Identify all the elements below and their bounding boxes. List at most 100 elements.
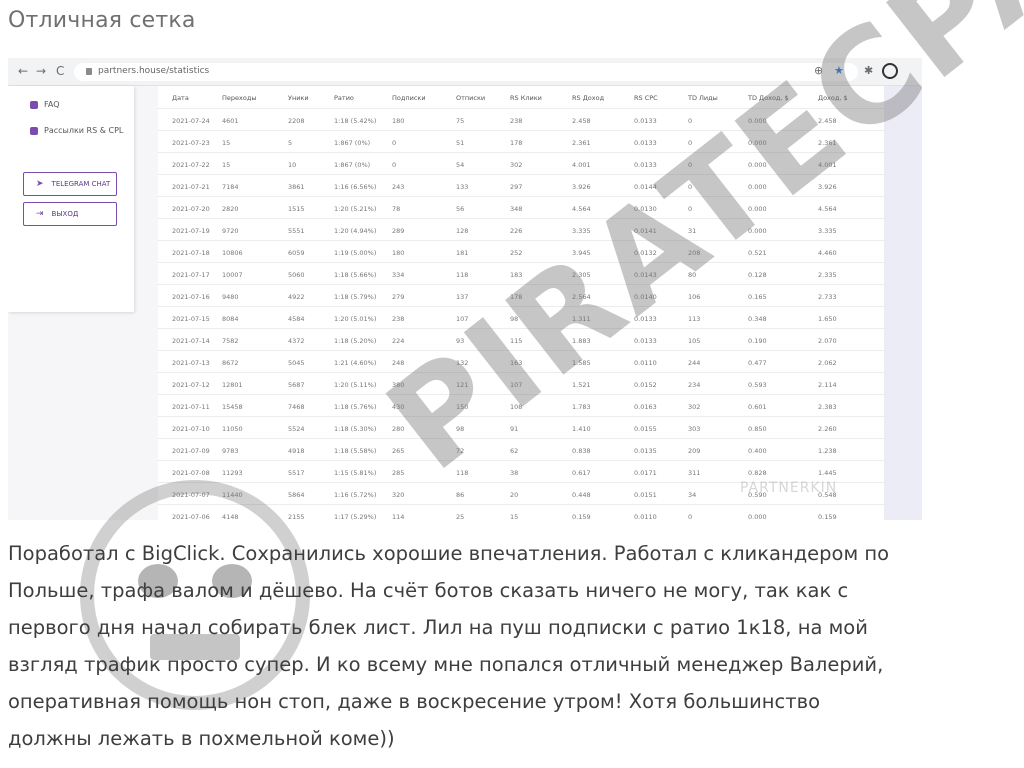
table-header: Дата Переходы Уники Ратио Подписки Отписки RS … <box>158 86 884 108</box>
table-cell: 1:20 (5.11%) <box>334 381 377 389</box>
table-row: 2021-07-23 15 5 1:867 (0%) 0 51 178 2.361 0.0133… <box>158 130 884 152</box>
table-cell: 4.564 <box>818 205 837 213</box>
review-line: должны лежать в похмельной коме)) <box>8 727 395 750</box>
table-cell: 128 <box>456 227 469 235</box>
table-cell: 0 <box>688 139 693 147</box>
table-cell: 224 <box>392 337 405 345</box>
table-cell: 0.0110 <box>634 513 657 520</box>
statistics-screenshot: ← → C partners.house/statistics ⊕ ★ ✱ FA… <box>8 58 922 520</box>
table-cell: 0.521 <box>748 249 767 257</box>
table-cell: 4.460 <box>818 249 837 257</box>
table-cell: 0.838 <box>572 447 591 455</box>
table-cell: 2021-07-24 <box>172 117 210 125</box>
table-cell: 7184 <box>222 183 239 191</box>
table-cell: 7582 <box>222 337 239 345</box>
column-header[interactable]: Подписки <box>392 94 426 102</box>
table-cell: 238 <box>510 117 523 125</box>
table-cell: 2.305 <box>572 271 591 279</box>
review-line: первого дня начал собирать блек лист. Ли… <box>8 616 868 639</box>
forward-icon[interactable]: → <box>36 64 46 78</box>
table-row: 2021-07-06 4148 2155 1:17 (5.29%) 114 25 15 0.1… <box>158 504 884 520</box>
profile-avatar[interactable] <box>882 63 898 79</box>
table-cell: 0.477 <box>748 359 767 367</box>
table-cell: 0.000 <box>748 117 767 125</box>
table-cell: 108 <box>510 403 523 411</box>
table-cell: 2021-07-10 <box>172 425 210 433</box>
chat-icon <box>30 100 38 109</box>
column-header[interactable]: Переходы <box>222 94 256 102</box>
review-line: Польше, трафа валом и дёшево. На счёт бо… <box>8 579 849 602</box>
table-cell: 209 <box>688 447 701 455</box>
table-cell: 5045 <box>288 359 305 367</box>
column-header[interactable]: RS Доход <box>572 94 604 102</box>
extensions-icon[interactable]: ✱ <box>864 64 873 77</box>
lock-icon <box>86 68 92 75</box>
table-cell: 0.0151 <box>634 491 657 499</box>
column-header[interactable]: Дата <box>172 94 189 102</box>
table-cell: 0.190 <box>748 337 767 345</box>
table-cell: 0.348 <box>748 315 767 323</box>
table-cell: 2021-07-08 <box>172 469 210 477</box>
table-cell: 15458 <box>222 403 243 411</box>
column-header[interactable]: TD Доход, $ <box>748 94 789 102</box>
table-cell: 234 <box>688 381 701 389</box>
bookmark-star-icon[interactable]: ★ <box>834 64 844 77</box>
table-cell: 0.0133 <box>634 161 657 169</box>
table-cell: 0 <box>392 139 397 147</box>
table-cell: 4918 <box>288 447 305 455</box>
table-cell: 0.165 <box>748 293 767 301</box>
url-text[interactable]: partners.house/statistics <box>98 66 209 76</box>
table-cell: 334 <box>392 271 405 279</box>
column-header[interactable]: Отписки <box>456 94 485 102</box>
table-cell: 98 <box>456 425 465 433</box>
table-cell: 4601 <box>222 117 239 125</box>
table-cell: 1:15 (5.81%) <box>334 469 377 477</box>
column-header[interactable]: Ратио <box>334 94 354 102</box>
zoom-icon[interactable]: ⊕ <box>814 64 823 77</box>
review-line: взгляд трафик просто супер. И ко всему м… <box>8 653 884 676</box>
column-header[interactable]: RS Клики <box>510 94 542 102</box>
table-cell: 0.000 <box>748 183 767 191</box>
table-cell: 3861 <box>288 183 305 191</box>
table-cell: 8084 <box>222 315 239 323</box>
table-cell: 5060 <box>288 271 305 279</box>
table-cell: 178 <box>510 293 523 301</box>
table-cell: 0.000 <box>748 227 767 235</box>
column-header[interactable]: Уники <box>288 94 309 102</box>
table-cell: 118 <box>456 271 469 279</box>
table-cell: 1.650 <box>818 315 837 323</box>
table-cell: 0.0133 <box>634 337 657 345</box>
logout-button[interactable]: ⇥ ВЫХОД <box>23 202 117 226</box>
column-header[interactable]: Доход, $ <box>818 94 848 102</box>
table-cell: 2021-07-16 <box>172 293 210 301</box>
reload-icon[interactable]: C <box>56 64 64 78</box>
table-cell: 80 <box>688 271 697 279</box>
table-cell: 0.0141 <box>634 227 657 235</box>
telegram-chat-button[interactable]: ➤ TELEGRAM CHAT <box>23 172 117 196</box>
table-cell: 302 <box>688 403 701 411</box>
sidebar-item-offers[interactable]: Рассылки RS & CPL <box>30 126 123 135</box>
table-cell: 86 <box>456 491 465 499</box>
back-icon[interactable]: ← <box>18 64 28 78</box>
logout-icon: ⇥ <box>36 209 44 219</box>
table-cell: 2.260 <box>818 425 837 433</box>
column-header[interactable]: TD Лиды <box>688 94 718 102</box>
table-row: 2021-07-14 7582 4372 1:18 (5.20%) 224 93 115 1.… <box>158 328 884 350</box>
table-cell: 226 <box>510 227 523 235</box>
table-cell: 0.0171 <box>634 469 657 477</box>
table-row: 2021-07-11 15458 7468 1:18 (5.76%) 430 150 108… <box>158 394 884 416</box>
table-cell: 9783 <box>222 447 239 455</box>
table-cell: 3.926 <box>572 183 591 191</box>
table-cell: 1.783 <box>572 403 591 411</box>
table-cell: 56 <box>456 205 465 213</box>
column-header[interactable]: RS CPC <box>634 94 658 102</box>
sidebar-item-faq[interactable]: FAQ <box>30 100 60 109</box>
table-cell: 107 <box>510 381 523 389</box>
table-cell: 113 <box>688 315 701 323</box>
table-row: 2021-07-24 4601 2208 1:18 (5.42%) 180 75 238 2.… <box>158 108 884 130</box>
table-row: 2021-07-20 2820 1515 1:20 (5.21%) 78 56 348 4.5… <box>158 196 884 218</box>
table-row: 2021-07-10 11050 5524 1:18 (5.30%) 280 98 91 1.… <box>158 416 884 438</box>
review-text: Поработал с BigClick. Сохранились хороши… <box>8 535 1008 757</box>
table-cell: 243 <box>392 183 405 191</box>
table-cell: 2.458 <box>818 117 837 125</box>
